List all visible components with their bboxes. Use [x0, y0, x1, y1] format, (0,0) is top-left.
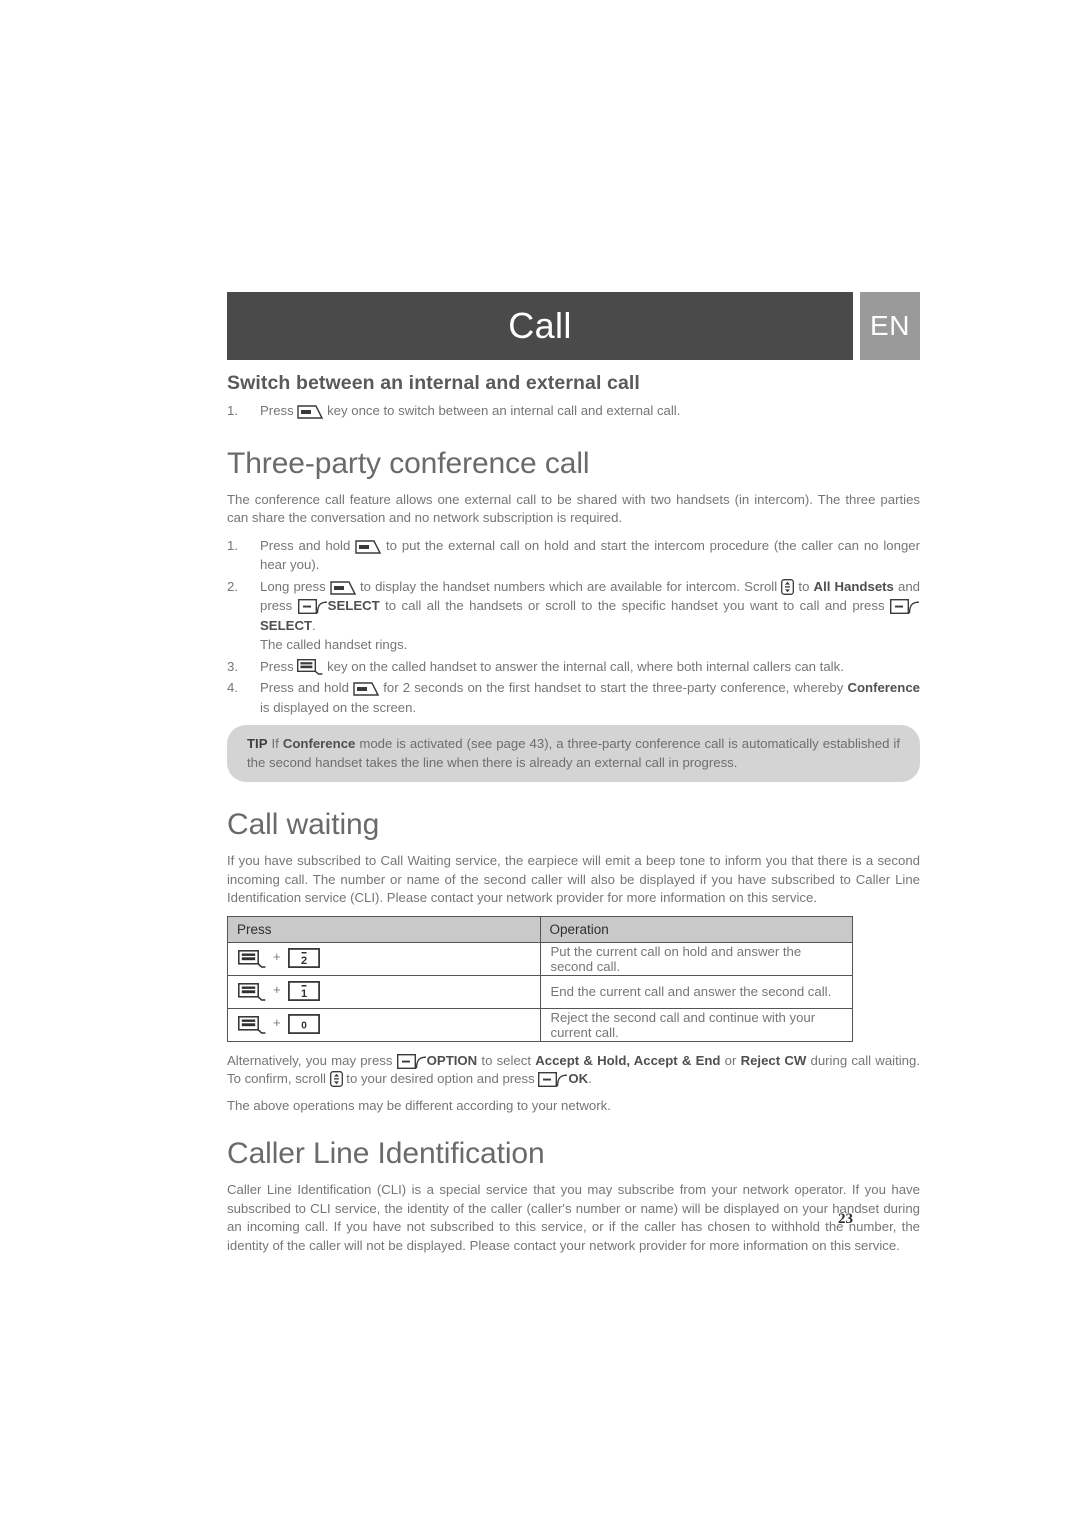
tip-box: TIP If Conference mode is activated (see… — [227, 725, 920, 782]
emphasis-all-handsets: All Handsets — [813, 578, 894, 594]
softkey-icon — [297, 599, 328, 614]
press-keys-cell: + 1 — [227, 974, 541, 1009]
column-header-press: Press — [227, 915, 541, 943]
flash-talk-key-icon — [238, 950, 266, 968]
step-text: . — [312, 617, 316, 633]
step-number: 4. — [227, 680, 238, 695]
softkey-label-option: OPTION — [426, 1052, 478, 1068]
step-number: 1. — [227, 403, 238, 418]
flash-talk-key-icon — [238, 983, 266, 1001]
svg-text:2: 2 — [301, 955, 307, 967]
step-text: Press and hold — [260, 680, 349, 695]
key-2-icon: 2 — [287, 948, 320, 968]
call-waiting-table: Press Operation + 2 Put the current call… — [227, 915, 853, 1042]
step-text: to display the handset numbers which are… — [359, 578, 778, 594]
call-waiting-intro: If you have subscribed to Call Waiting s… — [227, 853, 920, 905]
page-number: 23 — [838, 1211, 853, 1227]
tip-emphasis: Conference — [282, 736, 356, 751]
step-number: 1. — [227, 537, 238, 553]
softkey-label-ok: OK — [568, 1071, 589, 1086]
int-key-icon — [297, 405, 324, 419]
softkey-icon — [538, 1072, 568, 1087]
step-number: 3. — [227, 658, 238, 674]
softkey-label-select: SELECT — [260, 617, 313, 633]
flash-talk-key-icon — [238, 1016, 266, 1034]
table-row: + 2 Put the current call on hold and ans… — [227, 941, 853, 976]
operation-cell: Put the current call on hold and answer … — [539, 941, 853, 976]
language-badge: EN — [860, 292, 920, 360]
step-text: key on the called handset to answer the … — [327, 658, 844, 674]
heading-switch-call: Switch between an internal and external … — [227, 372, 640, 394]
press-keys-cell: + 0 — [227, 1007, 541, 1042]
step-text-after: key once to switch between an internal c… — [327, 403, 681, 418]
int-key-icon — [353, 682, 380, 696]
plus-separator: + — [273, 982, 281, 997]
tip-label: TIP — [247, 736, 268, 751]
page-header: Call EN — [227, 292, 920, 360]
alt-text: . — [588, 1071, 592, 1086]
heading-caller-line-id: Caller Line Identification — [227, 1137, 545, 1170]
page-content: Call EN Switch between an internal and e… — [227, 292, 920, 1263]
heading-call-waiting: Call waiting — [227, 808, 380, 841]
svg-text:1: 1 — [301, 988, 307, 1000]
plus-separator: + — [273, 1015, 281, 1030]
document-page: Call EN Switch between an internal and e… — [0, 0, 1080, 1528]
operation-cell: Reject the second call and continue with… — [539, 1007, 853, 1042]
step-text: to call all the handsets or scroll to th… — [385, 598, 885, 613]
step-text-before: Press — [260, 403, 294, 418]
step-text: Press and hold — [260, 537, 351, 553]
heading-three-party: Three-party conference call — [227, 446, 590, 480]
table-row: + 0 Reject the second call and continue … — [227, 1007, 853, 1042]
tip-text-before: If — [267, 736, 283, 751]
page-title: Call — [508, 305, 572, 346]
step-number: 2. — [227, 578, 238, 594]
plus-separator: + — [273, 949, 281, 964]
step-extra-line: The called handset rings. — [260, 637, 408, 652]
scroll-key-icon — [781, 578, 795, 595]
header-title-bar: Call — [227, 292, 853, 360]
list-item: 3. Press key on the called handset to ans… — [227, 657, 920, 677]
column-header-operation: Operation — [539, 915, 853, 943]
step-text: Long press — [260, 578, 326, 594]
steps-three-party: 1. Press and hold to put the external cal… — [227, 536, 920, 718]
key-1-icon: 1 — [287, 981, 320, 1001]
softkey-icon — [396, 1053, 427, 1069]
softkey-label-select: SELECT — [327, 598, 380, 613]
language-badge-label: EN — [870, 310, 910, 341]
int-key-icon — [330, 580, 356, 595]
emphasis-conference: Conference — [847, 680, 920, 695]
call-waiting-note: The above operations may be different ac… — [227, 1097, 611, 1113]
scroll-key-icon — [329, 1071, 343, 1087]
step-text: Press — [260, 658, 294, 674]
svg-text:0: 0 — [301, 1021, 307, 1032]
operation-cell: End the current call and answer the seco… — [539, 974, 853, 1009]
press-keys-cell: + 2 — [227, 941, 541, 976]
call-waiting-alt-paragraph: Alternatively, you may press OPTION to s… — [227, 1052, 920, 1089]
table-header-row: Press Operation — [227, 915, 853, 943]
emphasis-accept-hold: Accept & Hold, Accept & End — [535, 1052, 721, 1068]
header-spacer — [853, 292, 860, 360]
softkey-icon — [889, 599, 920, 614]
alt-text: to your desired option and press — [346, 1071, 535, 1086]
list-item: 1. Press key once to switch between an in… — [227, 401, 920, 421]
list-item: 2. Long press to display the handset numb… — [227, 577, 920, 655]
table-row: + 1 End the current call and answer the … — [227, 974, 853, 1009]
alt-text: Alternatively, you may press — [227, 1052, 393, 1068]
steps-switch-call: 1. Press key once to switch between an in… — [227, 401, 920, 421]
list-item: 1. Press and hold to put the external cal… — [227, 536, 920, 575]
flash-talk-key-icon — [297, 658, 323, 675]
key-0-icon: 0 — [287, 1014, 320, 1034]
int-key-icon — [355, 539, 382, 554]
three-party-intro: The conference call feature allows one e… — [227, 491, 920, 526]
emphasis-reject-cw: Reject CW — [740, 1052, 807, 1068]
list-item: 4. Press and hold for 2 seconds on the fi… — [227, 678, 920, 717]
